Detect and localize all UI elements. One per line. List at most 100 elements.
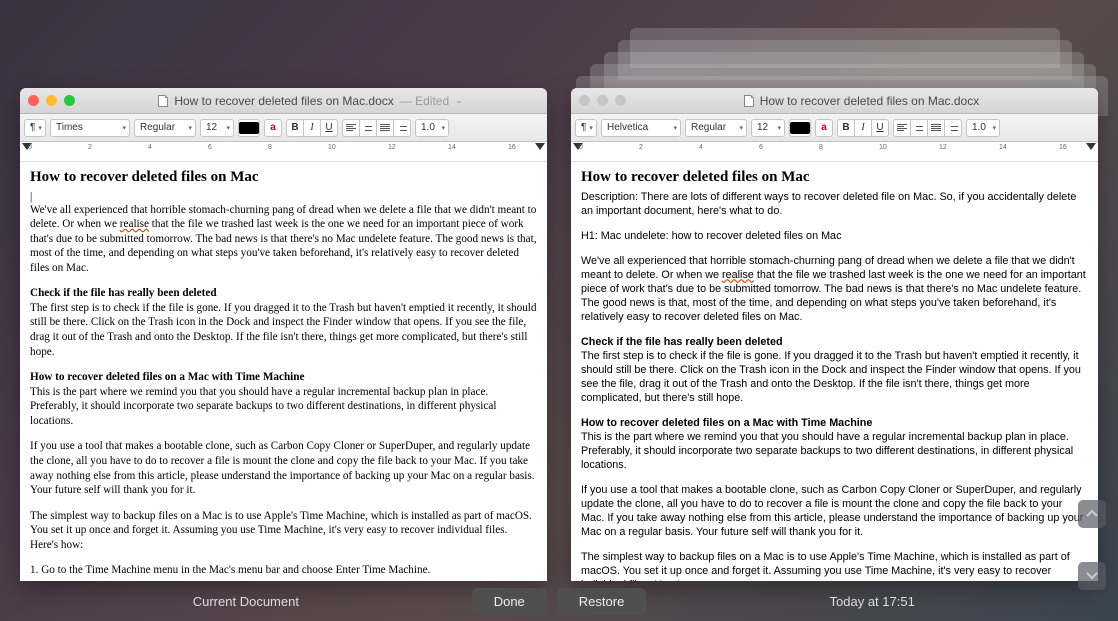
format-toolbar: ¶▾ Helvetica▾ Regular▾ 12▾ a B I U: [571, 114, 1098, 142]
pilcrow-icon: ¶: [581, 122, 586, 133]
version-document-window: How to recover deleted files on Mac.docx…: [571, 88, 1098, 581]
color-swatch-icon: [239, 122, 259, 134]
paragraph: This is the part where we remind you tha…: [581, 430, 1088, 472]
font-value: Helvetica: [607, 122, 648, 133]
right-indent-marker-icon[interactable]: [535, 143, 545, 153]
text-color-button[interactable]: [789, 119, 811, 137]
text-color-picker-button[interactable]: a: [815, 119, 833, 137]
align-right-button[interactable]: [944, 119, 962, 137]
edited-label: — Edited: [400, 94, 449, 108]
text-color-button[interactable]: [238, 119, 260, 137]
ruler-tick: 14: [999, 144, 1007, 151]
align-left-button[interactable]: [342, 119, 360, 137]
text-cursor: |: [30, 190, 537, 203]
ruler-tick: 14: [448, 144, 456, 151]
ruler-tick: 4: [148, 144, 152, 151]
align-right-button[interactable]: [393, 119, 411, 137]
doc-heading: How to recover deleted files on Mac: [30, 168, 537, 188]
document-body[interactable]: How to recover deleted files on Mac | We…: [20, 162, 547, 581]
window-title: How to recover deleted files on Mac.docx: [760, 94, 979, 108]
paragraph: If you use a tool that makes a bootable …: [30, 439, 537, 497]
document-body[interactable]: How to recover deleted files on Mac Desc…: [571, 162, 1098, 581]
ruler-tick: 8: [819, 144, 823, 151]
list-item: 1. Go to the Time Machine menu in the Ma…: [30, 563, 537, 578]
subheading: Check if the file has really been delete…: [581, 335, 1088, 349]
italic-button[interactable]: I: [854, 119, 872, 137]
text-color-picker-button[interactable]: a: [264, 119, 282, 137]
chevron-up-icon: [1086, 508, 1098, 520]
font-size-value: 12: [206, 122, 217, 133]
font-style-value: Regular: [691, 122, 726, 133]
ruler[interactable]: 0 2 4 6 8 10 12 14 16: [571, 142, 1098, 162]
ruler-tick: 12: [939, 144, 947, 151]
doc-heading: How to recover deleted files on Mac: [581, 168, 1088, 188]
minimize-icon: [597, 95, 608, 106]
paragraph: If you use a tool that makes a bootable …: [581, 483, 1088, 539]
underline-button[interactable]: U: [871, 119, 889, 137]
document-icon: [744, 95, 754, 107]
align-justify-button[interactable]: [927, 119, 945, 137]
titlebar[interactable]: How to recover deleted files on Mac.docx…: [20, 88, 547, 114]
minimize-icon[interactable]: [46, 95, 57, 106]
current-document-label: Current Document: [20, 594, 472, 609]
close-icon[interactable]: [28, 95, 39, 106]
line-spacing-select[interactable]: 1.0▾: [966, 119, 1000, 137]
bold-button[interactable]: B: [286, 119, 304, 137]
close-icon: [579, 95, 590, 106]
font-select[interactable]: Times▾: [50, 119, 130, 137]
paragraph: The first step is to check if the file i…: [581, 349, 1088, 405]
paragraph: We've all experienced that horrible stom…: [581, 254, 1088, 324]
done-button[interactable]: Done: [472, 588, 547, 615]
maximize-icon: [615, 95, 626, 106]
paragraph: The simplest way to backup files on a Ma…: [30, 509, 537, 553]
ruler-tick: 10: [879, 144, 887, 151]
ruler-tick: 10: [328, 144, 336, 151]
align-justify-button[interactable]: [376, 119, 394, 137]
font-size-select[interactable]: 12▾: [751, 119, 785, 137]
document-icon: [158, 95, 168, 107]
maximize-icon[interactable]: [64, 95, 75, 106]
ruler-tick: 6: [208, 144, 212, 151]
paragraph-style-select[interactable]: ¶▾: [575, 119, 597, 137]
subheading: Check if the file has really been delete…: [30, 286, 537, 301]
chevron-down-icon[interactable]: ⌄: [455, 95, 463, 106]
font-style-select[interactable]: Regular▾: [685, 119, 747, 137]
color-swatch-icon: [790, 122, 810, 134]
ruler-tick: 2: [639, 144, 643, 151]
ruler-tick: 0: [579, 144, 583, 151]
ruler-tick: 12: [388, 144, 396, 151]
italic-button[interactable]: I: [303, 119, 321, 137]
version-timestamp: Today at 17:51: [646, 594, 1098, 609]
align-center-button[interactable]: [910, 119, 928, 137]
current-document-window: How to recover deleted files on Mac.docx…: [20, 88, 547, 581]
font-style-value: Regular: [140, 122, 175, 133]
line-spacing-select[interactable]: 1.0▾: [415, 119, 449, 137]
restore-button[interactable]: Restore: [557, 588, 647, 615]
spacing-value: 1.0: [972, 122, 986, 133]
paragraph-style-select[interactable]: ¶▾: [24, 119, 46, 137]
format-toolbar: ¶▾ Times▾ Regular▾ 12▾ a B I U: [20, 114, 547, 142]
paragraph: The simplest way to backup files on a Ma…: [581, 550, 1088, 581]
subheading: How to recover deleted files on a Mac wi…: [581, 416, 1088, 430]
font-style-select[interactable]: Regular▾: [134, 119, 196, 137]
version-browser-bar: Current Document Done Restore Today at 1…: [20, 581, 1098, 621]
ruler[interactable]: 0 2 4 6 8 10 12 14 16: [20, 142, 547, 162]
ruler-tick: 6: [759, 144, 763, 151]
font-select[interactable]: Helvetica▾: [601, 119, 681, 137]
subheading: How to recover deleted files on a Mac wi…: [30, 370, 537, 385]
ruler-tick: 4: [699, 144, 703, 151]
titlebar[interactable]: How to recover deleted files on Mac.docx: [571, 88, 1098, 114]
underline-button[interactable]: U: [320, 119, 338, 137]
font-value: Times: [56, 122, 83, 133]
align-center-button[interactable]: [359, 119, 377, 137]
font-size-select[interactable]: 12▾: [200, 119, 234, 137]
align-left-button[interactable]: [893, 119, 911, 137]
paragraph: We've all experienced that horrible stom…: [30, 203, 537, 276]
font-size-value: 12: [757, 122, 768, 133]
right-indent-marker-icon[interactable]: [1086, 143, 1096, 153]
paragraph: This is the part where we remind you tha…: [30, 385, 537, 429]
bold-button[interactable]: B: [837, 119, 855, 137]
version-previous-button[interactable]: [1078, 500, 1106, 528]
paragraph: Description: There are lots of different…: [581, 190, 1088, 218]
pilcrow-icon: ¶: [30, 122, 35, 133]
